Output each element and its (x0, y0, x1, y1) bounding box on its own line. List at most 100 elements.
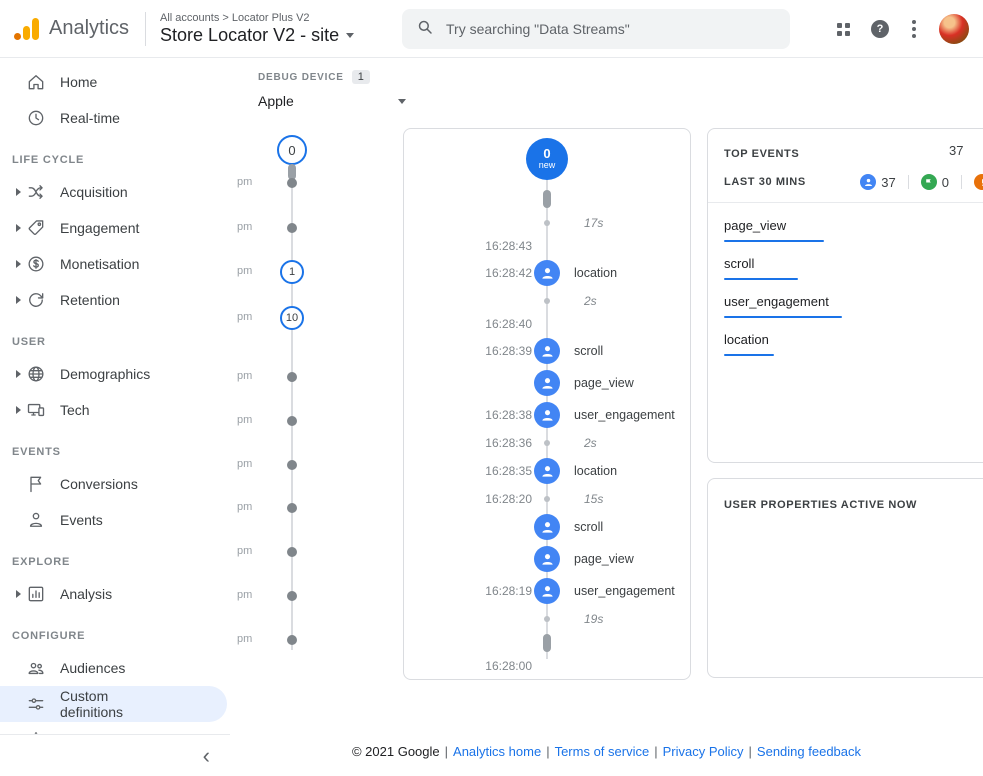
expand-caret-icon[interactable] (10, 406, 26, 414)
expand-caret-icon[interactable] (10, 590, 26, 598)
collapse-sidebar-button[interactable]: ‹ (203, 745, 210, 767)
top-event-name[interactable]: scroll (724, 256, 754, 271)
kebab-menu-icon[interactable] (910, 18, 918, 40)
sidebar-item-events[interactable]: Events (0, 502, 230, 538)
sidebar-item-admin[interactable]: Admin (0, 722, 230, 734)
top-event-page-view[interactable]: page_view (724, 217, 983, 242)
stream-row[interactable]: 16:28:35location (404, 455, 690, 487)
top-event-location[interactable]: location (724, 331, 983, 356)
sidebar-item-engagement[interactable]: Engagement (0, 210, 230, 246)
property-switcher[interactable]: All accounts > Locator Plus V2 Store Loc… (160, 12, 354, 46)
event-name[interactable]: location (574, 464, 617, 478)
analytics-logo-icon (14, 16, 40, 42)
demographics-icon (26, 364, 46, 384)
footer-link-privacy-policy[interactable]: Privacy Policy (663, 744, 744, 759)
expand-caret-icon[interactable] (10, 296, 26, 304)
minute-dot[interactable] (287, 591, 297, 601)
stream-timestamp: 16:28:00 (404, 659, 532, 673)
minute-count-circle[interactable]: 10 (280, 306, 304, 330)
stream-row[interactable]: page_view (404, 543, 690, 575)
event-person-icon[interactable] (534, 402, 560, 428)
stream-row[interactable]: scroll (404, 511, 690, 543)
sidebar-item-tech[interactable]: Tech (0, 392, 230, 428)
stream-row: 2s (404, 289, 690, 313)
event-person-icon[interactable] (534, 514, 560, 540)
minute-dot[interactable] (287, 547, 297, 557)
minute-count-circle[interactable]: 1 (280, 260, 304, 284)
top-event-user-engagement[interactable]: user_engagement (724, 293, 983, 318)
stream-row[interactable]: 16:28:42location (404, 257, 690, 289)
last-30-mins-label: LAST 30 MINS (724, 176, 806, 188)
event-name[interactable]: user_engagement (574, 584, 675, 598)
footer-link-terms-of-service[interactable]: Terms of service (555, 744, 650, 759)
search-input[interactable] (446, 21, 776, 37)
sidebar-section-configure: CONFIGURE (0, 612, 230, 650)
event-person-icon[interactable] (534, 338, 560, 364)
top-event-name[interactable]: location (724, 332, 769, 347)
event-name[interactable]: scroll (574, 520, 603, 534)
minute-dot[interactable] (287, 372, 297, 382)
top-event-scroll[interactable]: scroll (724, 255, 983, 280)
event-person-icon[interactable] (534, 578, 560, 604)
avatar[interactable] (939, 14, 969, 44)
card-divider (708, 202, 983, 203)
stream-row[interactable]: 16:28:19 user_engagement (404, 575, 690, 607)
minute-dot[interactable] (287, 178, 297, 188)
expand-caret-icon[interactable] (10, 188, 26, 196)
footer-separator: | (445, 744, 448, 759)
sidebar-item-conversions[interactable]: Conversions (0, 466, 230, 502)
sidebar-item-analysis[interactable]: Analysis (0, 576, 230, 612)
expand-caret-icon[interactable] (10, 370, 26, 378)
stream-head-count: 0 (543, 147, 550, 161)
event-name[interactable]: scroll (574, 344, 603, 358)
minute-period-label: pm (237, 589, 252, 601)
sidebar-item-custom-definitions[interactable]: Custom definitions (0, 686, 227, 722)
sidebar-item-acquisition[interactable]: Acquisition (0, 174, 230, 210)
stream-row[interactable]: page_view (404, 367, 690, 399)
footer-link-sending-feedback[interactable]: Sending feedback (757, 744, 861, 759)
event-person-icon[interactable] (534, 370, 560, 396)
expand-caret-icon[interactable] (10, 224, 26, 232)
stream-row[interactable]: 16:28:39scroll (404, 335, 690, 367)
gap-duration: 2s (584, 294, 597, 308)
apps-grid-icon[interactable] (837, 23, 850, 36)
stream-row: 16:28:40 (404, 313, 690, 335)
stream-timestamp: 16:28:19 (404, 584, 532, 598)
sidebar-item-retention[interactable]: Retention (0, 282, 230, 318)
minute-dot[interactable] (287, 460, 297, 470)
stream-head-circle[interactable]: 0 new (526, 138, 568, 180)
event-name[interactable]: location (574, 266, 617, 280)
minute-period-label: pm (237, 501, 252, 513)
event-name[interactable]: page_view (574, 552, 634, 566)
minute-dot[interactable] (287, 503, 297, 513)
app-header: Analytics All accounts > Locator Plus V2… (0, 0, 983, 58)
debug-device-count-badge: 1 (352, 70, 370, 84)
sidebar-section-explore: EXPLORE (0, 538, 230, 576)
minute-dot[interactable] (287, 635, 297, 645)
event-name[interactable]: user_engagement (574, 408, 675, 422)
sidebar-item-audiences[interactable]: Audiences (0, 650, 230, 686)
sidebar-section-life-cycle: LIFE CYCLE (0, 136, 230, 174)
stream-row[interactable]: 16:28:38user_engagement (404, 399, 690, 431)
sidebar-item-demographics[interactable]: Demographics (0, 356, 230, 392)
debug-device-select[interactable]: Apple (258, 93, 406, 109)
minute-current-circle[interactable]: 0 (277, 135, 307, 165)
help-icon[interactable]: ? (871, 20, 889, 38)
events-icon (26, 510, 46, 530)
sidebar-item-home[interactable]: Home (0, 64, 230, 100)
sidebar-item-label: Real-time (60, 110, 120, 126)
minute-dot[interactable] (287, 416, 297, 426)
sidebar-item-monetisation[interactable]: Monetisation (0, 246, 230, 282)
minute-dot[interactable] (287, 223, 297, 233)
event-person-icon[interactable] (534, 546, 560, 572)
sidebar-item-real-time[interactable]: Real-time (0, 100, 230, 136)
expand-caret-icon[interactable] (10, 260, 26, 268)
event-name[interactable]: page_view (574, 376, 634, 390)
search-bar[interactable] (402, 9, 790, 49)
home-logo-link[interactable]: Analytics (0, 16, 139, 42)
top-event-name[interactable]: user_engagement (724, 294, 829, 309)
event-person-icon[interactable] (534, 458, 560, 484)
footer-link-analytics-home[interactable]: Analytics home (453, 744, 541, 759)
event-person-icon[interactable] (534, 260, 560, 286)
top-event-name[interactable]: page_view (724, 218, 786, 233)
